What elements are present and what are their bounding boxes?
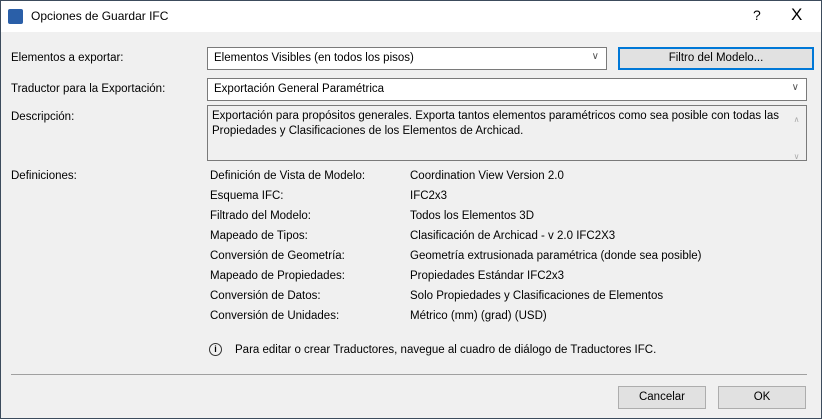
info-icon: i: [209, 343, 222, 356]
definition-value: Todos los Elementos 3D: [410, 210, 535, 222]
cancel-button[interactable]: Cancelar: [618, 386, 706, 409]
definition-key: Conversión de Datos:: [210, 290, 321, 302]
export-elements-label: Elementos a exportar:: [11, 52, 124, 64]
definition-key: Conversión de Geometría:: [210, 250, 345, 262]
definitions-label: Definiciones:: [11, 170, 77, 182]
export-elements-dropdown[interactable]: Elementos Visibles (en todos los pisos) …: [207, 47, 607, 70]
info-text: Para editar o crear Traductores, navegue…: [235, 344, 657, 356]
help-button[interactable]: ?: [753, 7, 761, 23]
definition-value: Clasificación de Archicad - v 2.0 IFC2X3: [410, 230, 616, 242]
definition-value: IFC2x3: [410, 190, 448, 202]
definition-value: Métrico (mm) (grad) (USD): [410, 310, 547, 322]
description-scrollbar[interactable]: ∧ ∨: [788, 107, 805, 161]
scroll-down-icon: ∨: [793, 151, 800, 161]
definition-key: Conversión de Unidades:: [210, 310, 340, 322]
definition-key: Definición de Vista de Modelo:: [210, 170, 366, 182]
translator-dropdown[interactable]: Exportación General Paramétrica ∨: [207, 78, 807, 101]
close-button[interactable]: X: [791, 5, 802, 25]
scroll-up-icon: ∧: [793, 115, 800, 124]
definition-value: Geometría extrusionada paramétrica (dond…: [410, 250, 702, 262]
definition-key: Esquema IFC:: [210, 190, 284, 202]
archicad-app-icon: [8, 9, 23, 24]
translator-value: Exportación General Paramétrica: [214, 83, 385, 95]
definition-key: Mapeado de Propiedades:: [210, 270, 345, 282]
export-elements-value: Elementos Visibles (en todos los pisos): [214, 52, 414, 64]
description-text: Exportación para propósitos generales. E…: [212, 110, 780, 137]
ifc-save-options-dialog: Opciones de Guardar IFC ? X Elementos a …: [0, 0, 822, 419]
model-filter-button[interactable]: Filtro del Modelo...: [618, 47, 814, 70]
title-bar: Opciones de Guardar IFC ? X: [1, 1, 821, 32]
chevron-down-icon: ∨: [791, 82, 799, 93]
definition-key: Mapeado de Tipos:: [210, 230, 308, 242]
description-label: Descripción:: [11, 111, 75, 123]
translator-label: Traductor para la Exportación:: [11, 83, 166, 95]
separator: [11, 374, 807, 375]
description-textbox[interactable]: Exportación para propósitos generales. E…: [207, 105, 807, 161]
definition-key: Filtrado del Modelo:: [210, 210, 311, 222]
definition-value: Propiedades Estándar IFC2x3: [410, 270, 565, 282]
dialog-title: Opciones de Guardar IFC: [31, 9, 169, 23]
chevron-down-icon: ∨: [591, 51, 599, 62]
definition-value: Coordination View Version 2.0: [410, 170, 564, 182]
ok-button[interactable]: OK: [718, 386, 806, 409]
definition-value: Solo Propiedades y Clasificaciones de El…: [410, 290, 664, 302]
